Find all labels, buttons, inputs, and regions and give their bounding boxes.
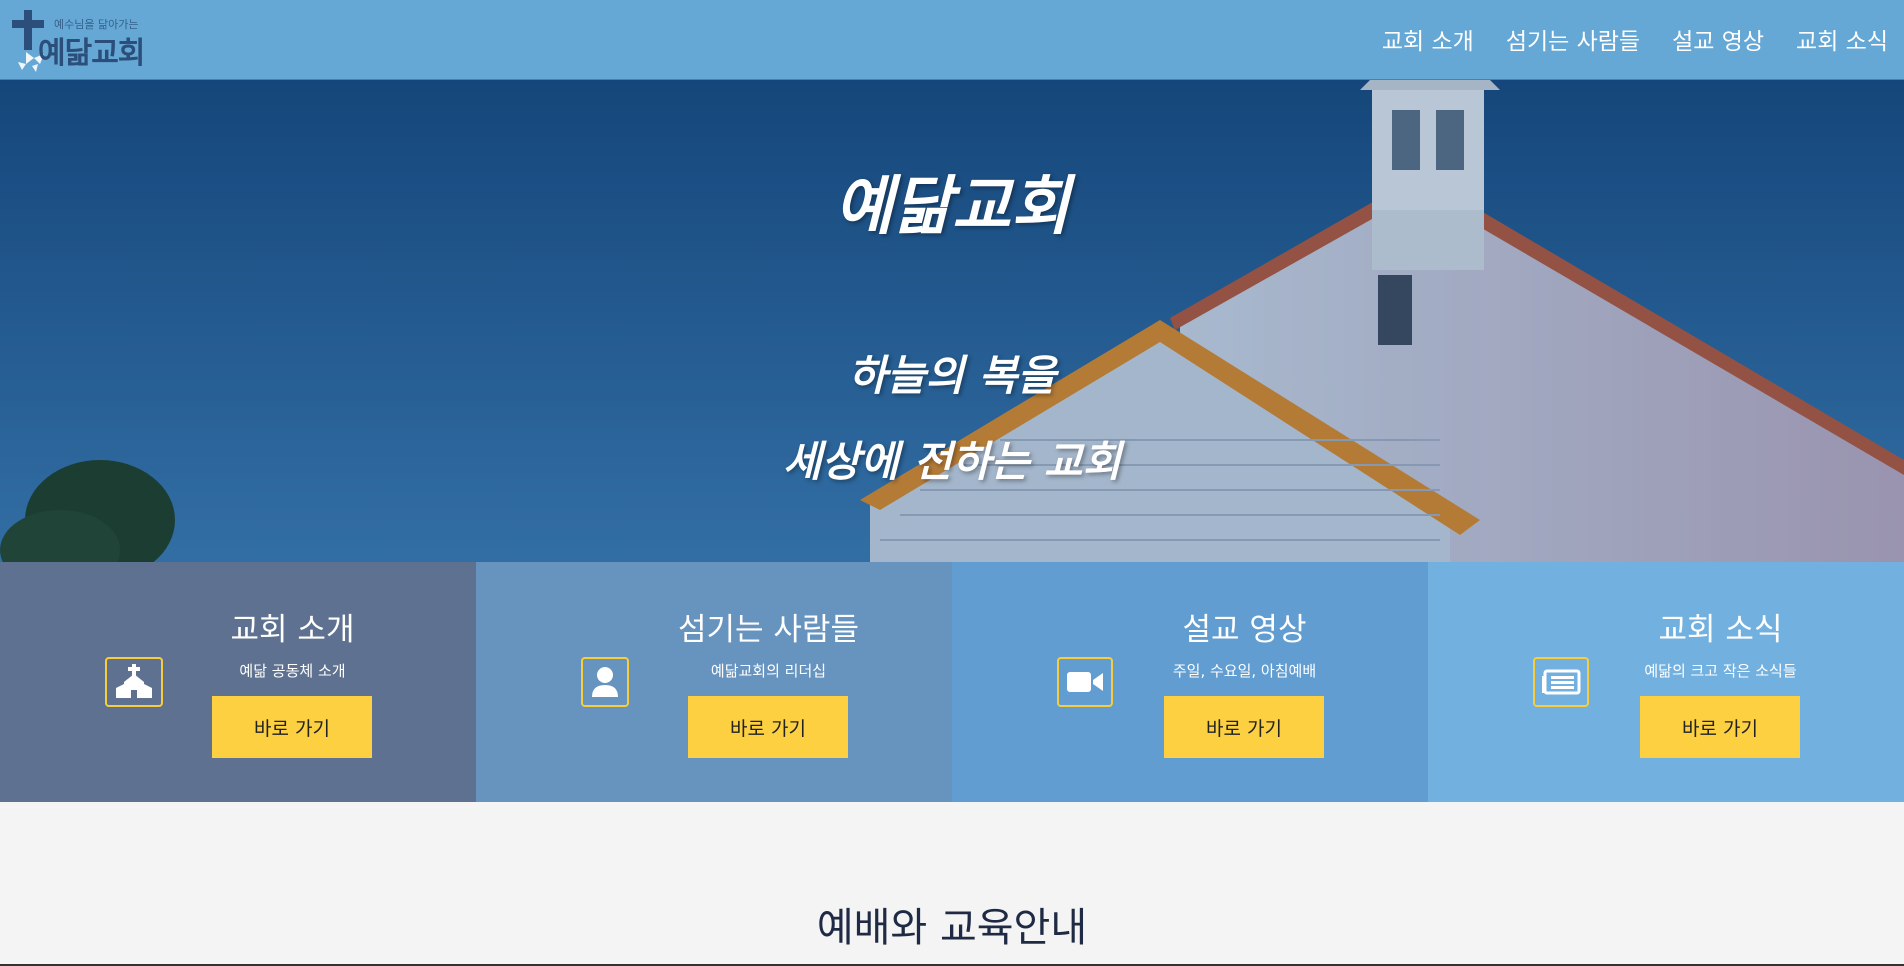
card-description: 예닮 공동체 소개: [239, 662, 346, 680]
nav-item-people[interactable]: 섬기는 사람들: [1506, 22, 1640, 56]
card-description: 예닮의 크고 작은 소식들: [1644, 662, 1797, 680]
card-description: 주일, 수요일, 아침예배: [1172, 662, 1317, 680]
site-header: 예수님을 닮아가는 예닮교회 교회 소개 섬기는 사람들 설교 영상 교회 소식: [0, 0, 1904, 80]
hero-banner: 예닮교회 하늘의 복을 세상에 전하는 교회: [0, 80, 1904, 562]
feature-cards: 교회 소개 예닮 공동체 소개 바로 가기 섬기는 사람들 예닮교회의 리더십 …: [0, 562, 1904, 802]
card-news: 교회 소식 예닮의 크고 작은 소식들 바로 가기: [1428, 562, 1904, 802]
hero-title: 예닮교회: [834, 169, 1070, 244]
nav-item-about[interactable]: 교회 소개: [1382, 22, 1474, 56]
go-button-sermons[interactable]: 바로 가기: [1164, 696, 1324, 758]
nav-item-news[interactable]: 교회 소식: [1796, 22, 1888, 56]
nav-item-sermons[interactable]: 설교 영상: [1672, 22, 1764, 56]
go-button-news[interactable]: 바로 가기: [1640, 696, 1800, 758]
church-building-image: [0, 80, 1904, 562]
go-button-about[interactable]: 바로 가기: [212, 696, 372, 758]
newspaper-icon: [1533, 657, 1589, 707]
card-about: 교회 소개 예닮 공동체 소개 바로 가기: [0, 562, 476, 802]
person-icon: [581, 657, 629, 707]
go-button-people[interactable]: 바로 가기: [688, 696, 848, 758]
card-title: 교회 소식: [1658, 612, 1783, 648]
card-description: 예닮교회의 리더십: [710, 662, 827, 680]
church-icon: [105, 657, 163, 707]
card-title: 섬기는 사람들: [678, 612, 859, 648]
card-people: 섬기는 사람들 예닮교회의 리더십 바로 가기: [476, 562, 952, 802]
site-logo[interactable]: 예수님을 닮아가는 예닮교회: [12, 8, 145, 74]
logo-name: 예닮교회: [38, 36, 145, 71]
card-title: 설교 영상: [1182, 612, 1307, 648]
card-sermons: 설교 영상 주일, 수요일, 아침예배 바로 가기: [952, 562, 1428, 802]
section-title-worship: 예배와 교육안내: [816, 905, 1088, 951]
main-nav: 교회 소개 섬기는 사람들 설교 영상 교회 소식: [1382, 22, 1888, 56]
card-title: 교회 소개: [230, 612, 355, 648]
hero-subtitle-line1: 하늘의 복을: [848, 351, 1056, 400]
hero-subtitle-line2: 세상에 전하는 교회: [782, 437, 1122, 486]
video-camera-icon: [1057, 657, 1113, 707]
